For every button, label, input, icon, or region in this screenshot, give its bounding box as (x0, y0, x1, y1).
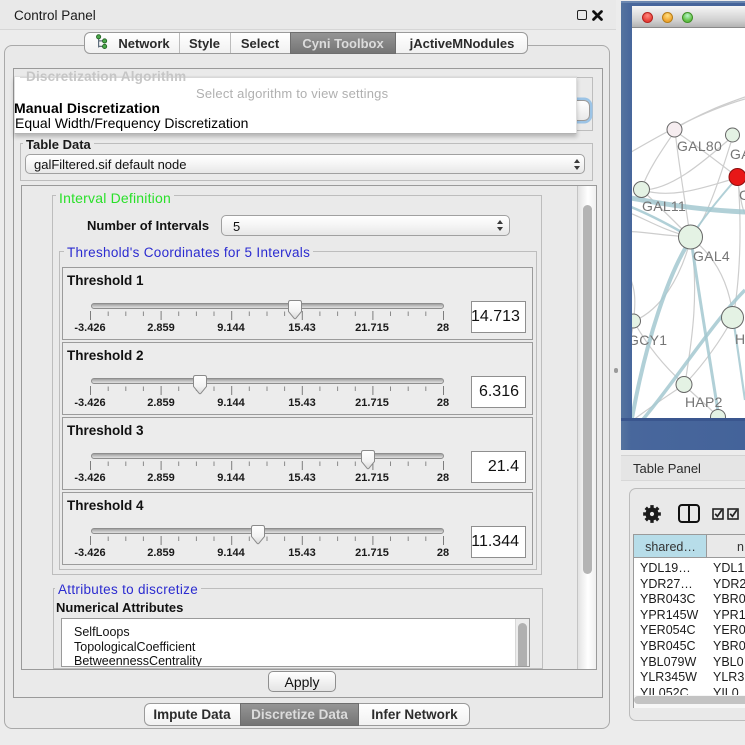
svg-text:HAP2: HAP2 (685, 394, 723, 410)
svg-text:GAL80: GAL80 (677, 138, 722, 154)
svg-text:H: H (735, 331, 745, 347)
svg-text:GA: GA (730, 146, 745, 162)
svg-text:GAL11: GAL11 (642, 198, 686, 214)
svg-text:GCY1: GCY1 (632, 332, 667, 348)
svg-text:C: C (739, 187, 745, 203)
svg-text:GAL4: GAL4 (693, 248, 730, 264)
